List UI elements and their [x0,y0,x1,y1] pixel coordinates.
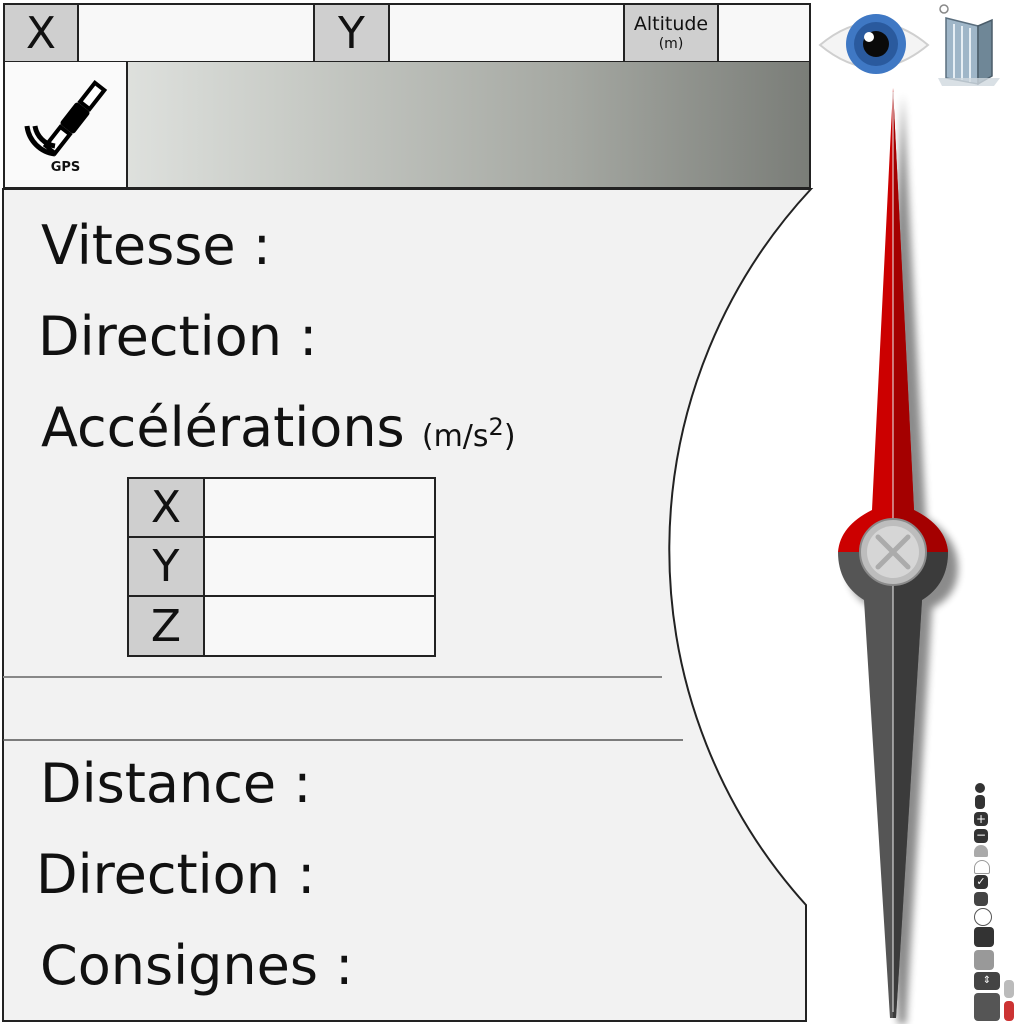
zoom-out-icon[interactable]: − [974,829,988,843]
acceleration-row-x: X [129,479,434,538]
acceleration-table: X Y Z [127,477,436,657]
half-circle-icon[interactable] [974,845,988,857]
acceleration-unit-exponent: 2 [488,413,504,441]
acceleration-y-field[interactable] [205,538,434,595]
acceleration-unit: (m/s2) [421,413,516,454]
axis-label: X [129,479,205,536]
axis-label: Z [129,597,205,655]
target-direction-label: Direction : [36,843,316,906]
acceleration-title: Accélérations [41,396,405,459]
circle-icon[interactable] [974,908,992,926]
distance-label: Distance : [40,752,312,815]
spinner-icon[interactable]: ⇕ [974,972,1000,990]
square-icon[interactable] [974,892,988,906]
dot-tool-icon[interactable] [975,783,985,793]
acceleration-row-z: Z [129,597,434,655]
speed-label: Vitesse : [41,214,272,277]
check-icon[interactable]: ✓ [974,875,988,889]
axis-label: Y [129,538,205,595]
grey-square-icon[interactable] [974,950,994,970]
large-button-icon[interactable] [974,993,1000,1021]
zoom-in-icon[interactable]: + [974,812,988,826]
acceleration-unit-base: (m/s [421,419,489,454]
acceleration-label: Accélérations (m/s2) [41,396,516,459]
acceleration-x-field[interactable] [205,479,434,536]
heading-label: Direction : [38,305,318,368]
acceleration-unit-close: ) [503,419,516,454]
acceleration-row-y: Y [129,538,434,597]
scroll-handle-icon[interactable] [1004,980,1014,998]
eye-icon[interactable] [818,6,930,84]
outline-half-circle-icon[interactable] [974,860,990,874]
instructions-label: Consignes : [40,934,354,997]
acceleration-z-field[interactable] [205,597,434,655]
record-icon[interactable] [1004,1001,1014,1021]
pencil-tool-icon[interactable] [975,795,985,809]
large-square-icon[interactable] [974,927,994,947]
building-icon[interactable] [936,4,1006,86]
compass-needle-icon[interactable] [826,82,966,1024]
